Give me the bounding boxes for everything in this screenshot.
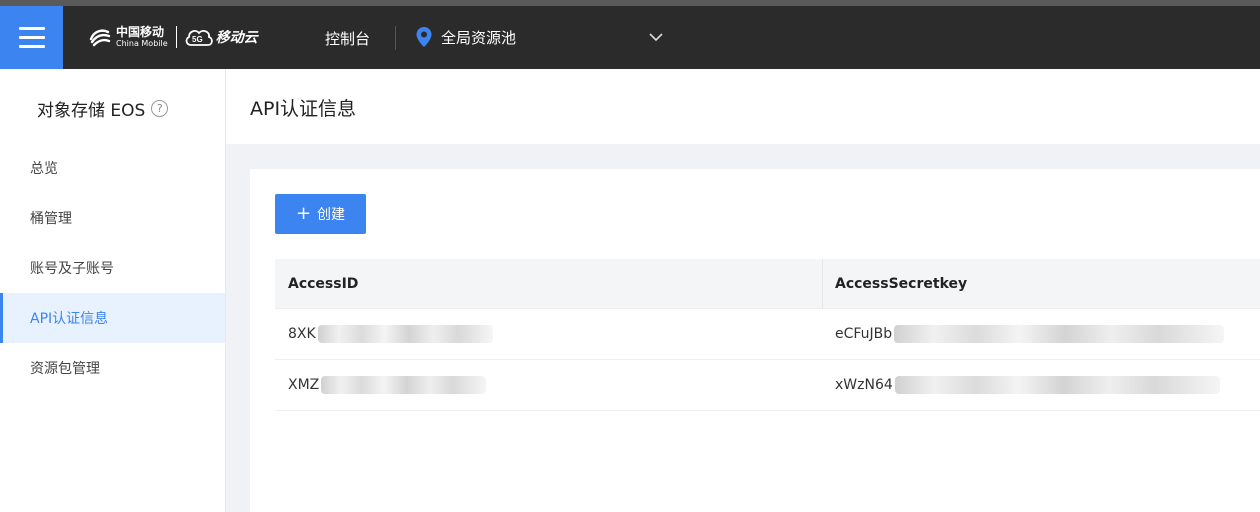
plus-icon: + [295,203,312,224]
region-selector[interactable]: 全局资源池 [415,21,665,53]
sidebar-item-label: API认证信息 [30,311,109,327]
table-header: AccessID AccessSecretkey [275,259,1260,309]
region-label: 全局资源池 [441,28,517,47]
brand-logo[interactable]: 中国移动 China Mobile 5G 移动云 [88,22,258,52]
sidebar-item-resource-packs[interactable]: 资源包管理 [0,343,225,393]
sidebar-item-overview[interactable]: 总览 [0,143,225,193]
secret-key-value: eCFuJBb [835,326,893,342]
sidebar-item-buckets[interactable]: 桶管理 [0,193,225,243]
sidebar-item-label: 资源包管理 [30,361,100,377]
access-id-value: XMZ [288,377,320,393]
redacted-blur [894,376,1220,394]
menu-hamburger-icon[interactable] [0,6,63,69]
redacted-blur [321,376,487,394]
column-header-secret-key: AccessSecretkey [835,276,968,292]
location-pin-icon [416,27,432,47]
api-keys-table: AccessID AccessSecretkey 8XK eCFuJBb XMZ… [275,259,1260,411]
page-header: API认证信息 [226,69,1260,144]
access-id-cell: XMZ [288,360,487,410]
sidebar-item-label: 桶管理 [30,211,72,227]
navbar-divider [395,26,396,50]
console-link[interactable]: 控制台 [325,28,370,49]
column-header-access-id: AccessID [288,276,359,292]
logo-divider [175,26,177,48]
column-divider [822,259,823,309]
help-icon[interactable]: ? [151,100,169,117]
create-button[interactable]: + 创建 [275,194,366,234]
secret-key-cell: xWzN64 [835,360,1220,410]
sidebar-item-accounts[interactable]: 账号及子账号 [0,243,225,293]
access-id-cell: 8XK [288,309,493,359]
brand-en: China Mobile [116,39,168,48]
secret-key-value: xWzN64 [835,377,893,393]
top-navbar: 中国移动 China Mobile 5G 移动云 控制台 全局资源池 [0,6,1260,69]
sidebar-item-label: 总览 [30,161,58,177]
chevron-down-icon [649,33,663,42]
product-title-label: 对象存储 EOS [37,101,146,121]
page-title: API认证信息 [250,98,357,120]
brand-cn: 中国移动 [116,25,165,39]
product-title: 对象存储 EOS ? [37,96,169,121]
sidebar-item-label: 账号及子账号 [30,261,114,277]
create-button-label: 创建 [317,207,346,223]
5g-cloud-icon: 5G [185,30,213,46]
sidebar: 对象存储 EOS ? 总览 桶管理 账号及子账号 API认证信息 资源包管理 [0,69,226,512]
redacted-blur [894,325,1225,343]
secret-key-cell: eCFuJBb [835,309,1225,359]
svg-text:5G: 5G [192,35,203,44]
china-mobile-logo-icon [89,29,111,47]
access-id-value: 8XK [288,326,316,342]
content-card: + 创建 AccessID AccessSecretkey 8XK eCFuJB… [250,169,1260,512]
table-row[interactable]: 8XK eCFuJBb [275,309,1260,360]
cloud-brand-name: 移动云 [215,30,258,46]
redacted-blur [317,325,493,343]
table-row[interactable]: XMZ xWzN64 [275,360,1260,411]
sidebar-item-api-auth[interactable]: API认证信息 [0,293,225,343]
